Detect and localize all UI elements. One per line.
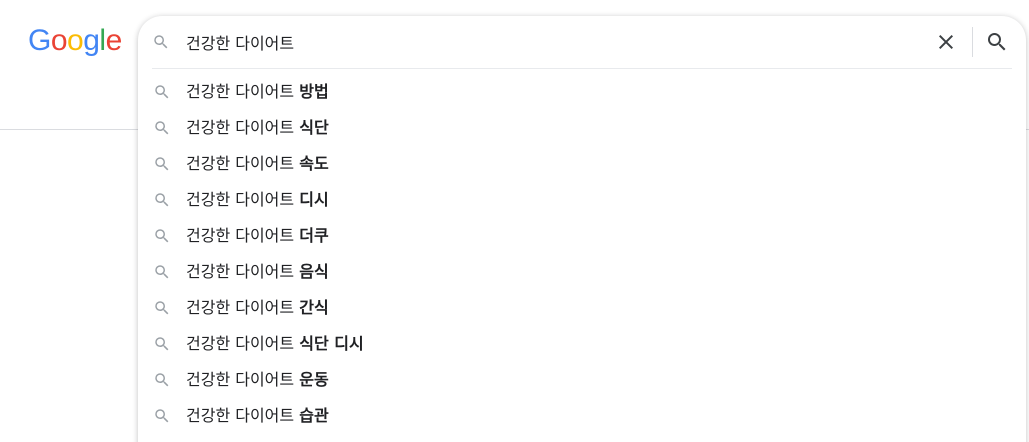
suggestion-text: 건강한 다이어트 식단 [186, 110, 329, 146]
suggestion-completion: 음식 [299, 262, 329, 281]
suggestion-text: 건강한 다이어트 음식 [186, 254, 329, 290]
suggestion-item[interactable]: 건강한 다이어트 식단 [138, 110, 1026, 146]
close-icon[interactable] [934, 30, 958, 54]
suggestion-completion: 속도 [299, 154, 329, 173]
search-icon [154, 35, 168, 49]
logo-letter: e [105, 24, 123, 57]
suggestion-completion: 식단 [299, 118, 329, 137]
suggestion-completion: 방법 [299, 82, 329, 101]
suggestion-completion: 습관 [299, 406, 329, 425]
suggestion-text: 건강한 다이어트 식단 디시 [186, 326, 364, 362]
search-icon [155, 337, 169, 351]
suggestion-prefix: 건강한 다이어트 [186, 190, 300, 209]
search-icon [155, 121, 169, 135]
suggestion-list: 건강한 다이어트 방법 건강한 다이어트 식단 건강한 다이어트 속도 건강한 다이어… [138, 74, 1026, 434]
suggestion-text: 건강한 다이어트 더쿠 [186, 218, 329, 254]
suggestion-completion: 디시 [299, 190, 329, 209]
suggestion-text: 건강한 다이어트 속도 [186, 146, 329, 182]
suggestion-text: 건강한 다이어트 방법 [186, 74, 329, 110]
suggestion-item[interactable]: 건강한 다이어트 운동 [138, 362, 1026, 398]
logo-letter: o [67, 24, 84, 57]
suggestion-prefix: 건강한 다이어트 [186, 118, 300, 137]
dropdown-divider [152, 68, 1012, 69]
suggestion-item[interactable]: 건강한 다이어트 속도 [138, 146, 1026, 182]
search-icon [155, 301, 169, 315]
search-icon [155, 85, 169, 99]
suggestion-item[interactable]: 건강한 다이어트 더쿠 [138, 218, 1026, 254]
suggestion-text: 건강한 다이어트 운동 [186, 362, 329, 398]
logo-letter: g [83, 24, 100, 57]
suggestion-prefix: 건강한 다이어트 [186, 154, 300, 173]
suggestion-prefix: 건강한 다이어트 [186, 334, 300, 353]
suggestion-item[interactable]: 건강한 다이어트 디시 [138, 182, 1026, 218]
button-divider [972, 27, 973, 57]
suggestion-completion: 간식 [299, 298, 329, 317]
suggestion-prefix: 건강한 다이어트 [186, 370, 300, 389]
suggestion-item[interactable]: 건강한 다이어트 식단 디시 [138, 326, 1026, 362]
search-input[interactable] [186, 28, 926, 56]
search-icon [155, 229, 169, 243]
suggestion-prefix: 건강한 다이어트 [186, 298, 300, 317]
suggestion-prefix: 건강한 다이어트 [186, 226, 300, 245]
logo-letter: o [50, 24, 68, 57]
suggestion-prefix: 건강한 다이어트 [186, 82, 300, 101]
suggestion-item[interactable]: 건강한 다이어트 방법 [138, 74, 1026, 110]
search-submit-button[interactable] [985, 30, 1009, 54]
suggestion-item[interactable]: 건강한 다이어트 간식 [138, 290, 1026, 326]
suggestion-text: 건강한 다이어트 간식 [186, 290, 329, 326]
suggestion-item[interactable]: 건강한 다이어트 습관 [138, 398, 1026, 434]
suggestion-prefix: 건강한 다이어트 [186, 262, 300, 281]
search-icon [155, 409, 169, 423]
suggestion-completion: 운동 [299, 370, 329, 389]
logo-letter: G [28, 24, 51, 57]
suggestion-item[interactable]: 건강한 다이어트 음식 [138, 254, 1026, 290]
search-box: 건강한 다이어트 방법건강한 다이어트 식단건강한 다이어트 속도건강한 다이어… [138, 16, 1026, 442]
suggestion-completion: 식단 디시 [299, 334, 364, 353]
search-icon [155, 157, 169, 171]
google-search-page: Google 건강한 다이어트 방법건강한 다이어트 식단건강한 다이어트 속도… [0, 0, 1029, 442]
search-icon [155, 373, 169, 387]
suggestion-completion: 더쿠 [299, 226, 329, 245]
google-logo[interactable]: Google [28, 23, 122, 59]
search-icon [155, 265, 169, 279]
search-row [138, 16, 1026, 68]
suggestion-prefix: 건강한 다이어트 [186, 406, 300, 425]
search-icon [155, 193, 169, 207]
suggestion-text: 건강한 다이어트 디시 [186, 182, 329, 218]
suggestion-text: 건강한 다이어트 습관 [186, 398, 329, 434]
